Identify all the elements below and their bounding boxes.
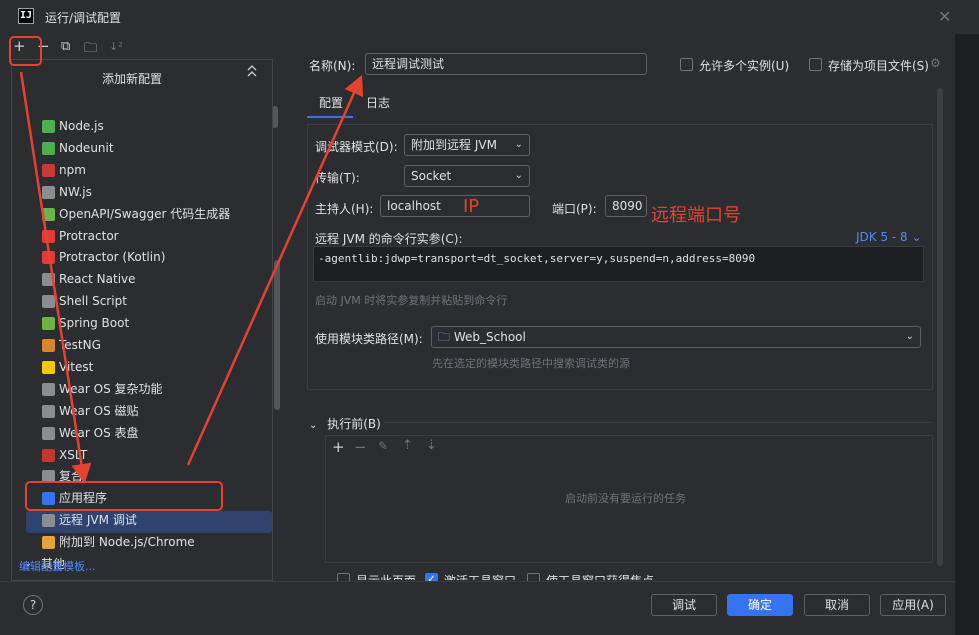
arrow-remote-jvm-to-name [186,74,364,466]
arrow-add-to-remote-jvm [19,71,92,484]
run-debug-dialog: ica IJ 运行/调试配置 ✕ + − ⧉ 🗀 ↓² 添加新配置 Node.j… [0,0,979,635]
annotation-arrows [19,71,364,484]
